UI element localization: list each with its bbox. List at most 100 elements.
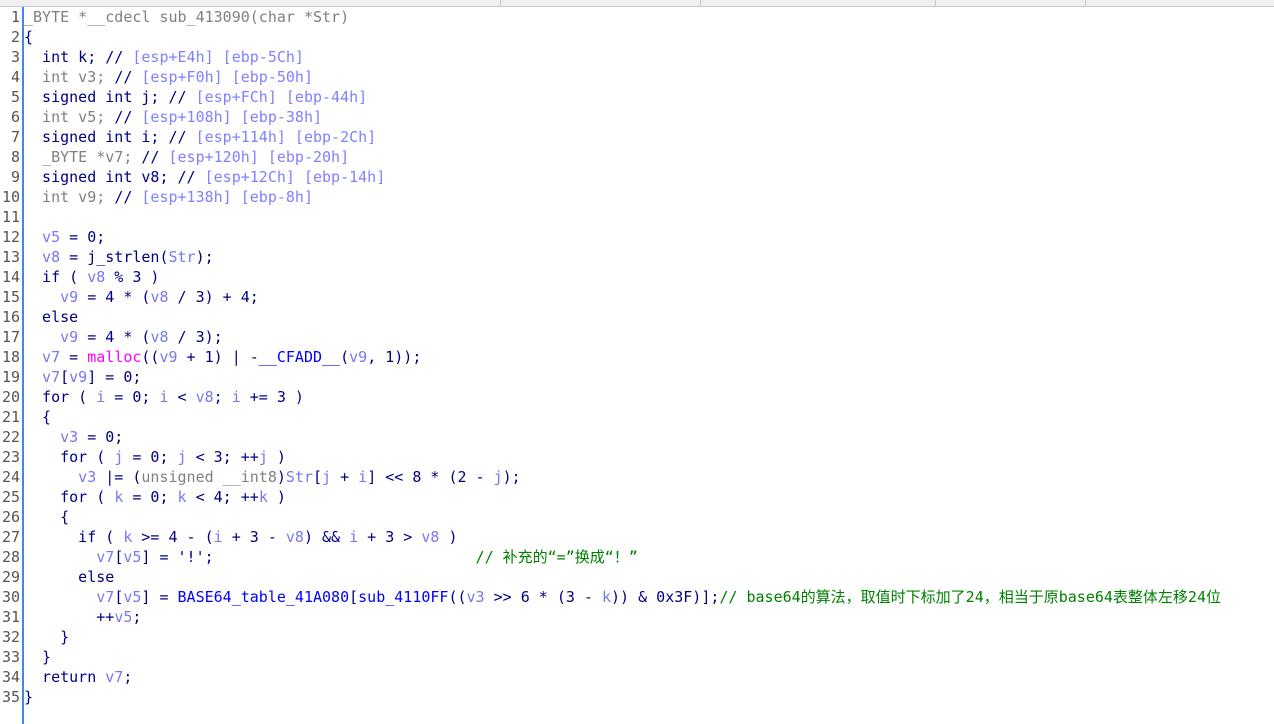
code-text: v3 |= (unsigned __int8)Str[j + i] << 8 *… (24, 467, 521, 487)
pseudocode-view[interactable]: 1 _BYTE *__cdecl sub_413090(char *Str) 2{3… (0, 7, 1221, 707)
code-line[interactable]: 10 int v9; // [esp+138h] [ebp-8h] (0, 187, 313, 207)
code-token: (( (141, 348, 160, 366)
code-token: i (231, 388, 241, 406)
code-token: ; (132, 608, 142, 626)
code-token: += 3 ) (240, 388, 304, 406)
code-token: _BYTE *__cdecl sub_413090(char *Str) (24, 8, 350, 26)
code-token: [ (313, 468, 323, 486)
code-token: _BYTE *v7; (24, 148, 142, 166)
code-token: j (114, 448, 124, 466)
code-token: v9 (69, 368, 88, 386)
code-line[interactable]: 3 int k; // [esp+E4h] [ebp-5Ch] (0, 47, 304, 67)
code-token: int v9; (24, 188, 115, 206)
tab-strip[interactable] (0, 0, 1274, 7)
code-line[interactable]: 11 (0, 207, 20, 227)
code-token: )) & 0x3F)]; (611, 588, 720, 606)
code-line[interactable]: 35} (0, 687, 33, 707)
code-token: < 4; ++ (186, 488, 259, 506)
code-token: / 3) + 4; (168, 288, 259, 306)
code-token: = 0; (78, 428, 124, 446)
code-text: v5 = 0; (24, 227, 105, 247)
code-text: v9 = 4 * (v8 / 3); (24, 327, 223, 347)
code-line[interactable]: 12 v5 = 0; (0, 227, 105, 247)
code-token: [esp+E4h] [ebp-5Ch] (132, 48, 304, 66)
code-line[interactable]: 20 for ( i = 0; i < v8; i += 3 ) (0, 387, 304, 407)
code-line[interactable]: 1 _BYTE *__cdecl sub_413090(char *Str) (0, 7, 349, 27)
code-text: signed int j; // [esp+FCh] [ebp-44h] (24, 87, 367, 107)
code-line[interactable]: 4 int v3; // [esp+F0h] [ebp-50h] (0, 67, 313, 87)
code-text: signed int v8; // [esp+12Ch] [ebp-14h] (24, 167, 385, 187)
code-token: [esp+114h] [ebp-2Ch] (195, 128, 377, 146)
code-line[interactable]: 24 v3 |= (unsigned __int8)Str[j + i] << … (0, 467, 521, 487)
code-line[interactable]: 13 v8 = j_strlen(Str); (0, 247, 214, 267)
code-line[interactable]: 21 { (0, 407, 51, 427)
code-line[interactable]: 26 { (0, 507, 69, 527)
code-token: v5 (123, 548, 142, 566)
code-line[interactable]: 31 ++v5; (0, 607, 141, 627)
tab-divider (500, 0, 501, 6)
code-line[interactable]: 16 else (0, 307, 78, 327)
code-text: int k; // [esp+E4h] [ebp-5Ch] (24, 47, 304, 67)
code-token: { (24, 408, 52, 426)
code-token: / 3); (168, 328, 223, 346)
code-line[interactable]: 28 v7[v5] = '!'; // 补充的“=”换成“！” (0, 547, 638, 567)
code-line[interactable]: 14 if ( v8 % 3 ) (0, 267, 160, 287)
code-line[interactable]: 8 _BYTE *v7; // [esp+120h] [ebp-20h] (0, 147, 349, 167)
code-line[interactable]: 30 v7[v5] = BASE64_table_41A080[sub_4110… (0, 587, 1221, 607)
code-line[interactable]: 27 if ( k >= 4 - (i + 3 - v8) && i + 3 >… (0, 527, 458, 547)
code-token: = 0; (60, 228, 106, 246)
code-line[interactable]: 7 signed int i; // [esp+114h] [ebp-2Ch] (0, 127, 376, 147)
code-token: = 4 * ( (78, 328, 151, 346)
code-token: < (168, 388, 196, 406)
code-token: v3 (24, 428, 79, 446)
code-line[interactable]: 2{ (0, 27, 33, 47)
line-number: 28 (1, 548, 20, 566)
code-token: [esp+FCh] [ebp-44h] (195, 88, 368, 106)
code-line[interactable]: 9 signed int v8; // [esp+12Ch] [ebp-14h] (0, 167, 385, 187)
code-text: v7[v9] = 0; (24, 367, 141, 387)
code-token: int k; // (24, 48, 133, 66)
code-line[interactable]: 34 return v7; (0, 667, 132, 687)
line-number: 6 (10, 108, 20, 126)
code-token: // (114, 68, 142, 86)
code-line[interactable]: 32 } (0, 627, 69, 647)
code-token: [ (114, 588, 124, 606)
code-token: ++ (24, 608, 115, 626)
code-token: int v3; (24, 68, 115, 86)
line-number: 19 (1, 368, 20, 386)
code-token: = 4 * ( (78, 288, 151, 306)
code-text: v7[v5] = BASE64_table_41A080[sub_4110FF(… (24, 587, 1221, 607)
code-line[interactable]: 33 } (0, 647, 51, 667)
code-token: ); (502, 468, 521, 486)
code-text: int v9; // [esp+138h] [ebp-8h] (24, 187, 313, 207)
code-line[interactable]: 18 v7 = malloc((v9 + 1) | -__CFADD__(v9,… (0, 347, 421, 367)
code-token: sub_4110FF (358, 588, 449, 606)
line-number: 35 (1, 688, 20, 706)
line-number: 1 (10, 8, 20, 26)
code-token: v5 (123, 588, 142, 606)
code-token: v8 (150, 328, 169, 346)
code-line[interactable]: 23 for ( j = 0; j < 3; ++j ) (0, 447, 286, 467)
code-token: signed int v8; // (24, 168, 205, 186)
code-line[interactable]: 22 v3 = 0; (0, 427, 123, 447)
code-token: % 3 ) (105, 268, 160, 286)
code-token: (( (448, 588, 467, 606)
code-token: j (493, 468, 503, 486)
code-line[interactable]: 6 int v5; // [esp+108h] [ebp-38h] (0, 107, 322, 127)
code-line[interactable]: 17 v9 = 4 * (v8 / 3); (0, 327, 223, 347)
code-token: Str (168, 248, 196, 266)
code-line[interactable]: 15 v9 = 4 * (v8 / 3) + 4; (0, 287, 259, 307)
line-number: 18 (1, 348, 20, 366)
line-number: 12 (1, 228, 20, 246)
code-token: v5 (114, 608, 133, 626)
line-number: 26 (1, 508, 20, 526)
code-line[interactable]: 29 else (0, 567, 114, 587)
code-line[interactable]: 5 signed int j; // [esp+FCh] [ebp-44h] (0, 87, 367, 107)
code-token: + (331, 468, 359, 486)
code-line[interactable]: 19 v7[v9] = 0; (0, 367, 141, 387)
line-number: 17 (1, 328, 20, 346)
code-token: j (177, 448, 187, 466)
code-line[interactable]: 25 for ( k = 0; k < 4; ++k ) (0, 487, 286, 507)
line-number: 16 (1, 308, 20, 326)
code-token: v7 (105, 668, 124, 686)
